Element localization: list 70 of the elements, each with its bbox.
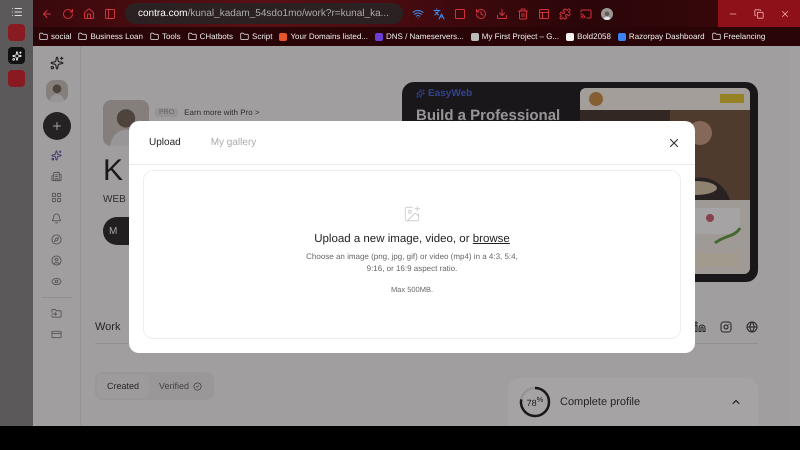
sparkles-icon[interactable] bbox=[51, 150, 62, 161]
restore-icon[interactable] bbox=[754, 8, 764, 18]
folder-icon bbox=[78, 32, 88, 41]
completion-label: Complete profile bbox=[560, 396, 642, 408]
user-icon[interactable] bbox=[51, 255, 62, 266]
card-icon[interactable] bbox=[51, 329, 62, 340]
bookmark[interactable]: Razorpay Dashboard bbox=[618, 32, 705, 41]
bookmark[interactable]: Script bbox=[240, 32, 272, 41]
verified-icon bbox=[193, 382, 202, 390]
bell-icon[interactable] bbox=[51, 213, 62, 224]
instagram-icon[interactable] bbox=[720, 320, 732, 332]
plus-icon bbox=[50, 120, 62, 132]
percent-text: 78$^{%}$ bbox=[526, 396, 544, 408]
eye-icon[interactable] bbox=[51, 276, 62, 287]
translate-icon[interactable] bbox=[433, 8, 445, 20]
side-panel-icon[interactable] bbox=[104, 8, 116, 20]
section-title: Work bbox=[95, 320, 120, 332]
logo-icon[interactable] bbox=[50, 56, 64, 70]
bookmark[interactable]: CHatbots bbox=[188, 32, 233, 41]
profile-avatar[interactable] bbox=[601, 8, 613, 20]
browse-link[interactable]: browse bbox=[472, 233, 510, 245]
bookmark[interactable]: social bbox=[39, 32, 72, 41]
promo-headline: Build a Professional bbox=[416, 107, 562, 124]
address-bar[interactable]: contra.com/kunal_kadam_54sdo1mo/work?r=kunal_ka... bbox=[125, 3, 403, 24]
trash-icon[interactable] bbox=[517, 8, 529, 20]
bookmark[interactable]: Tools bbox=[150, 32, 181, 41]
bookmark[interactable]: My First Project – G... bbox=[470, 32, 560, 41]
filter-tab[interactable]: Verified bbox=[149, 374, 212, 398]
profile-headline: WEB bbox=[103, 194, 127, 205]
home-icon[interactable] bbox=[83, 8, 95, 20]
url-text: contra.com/kunal_kadam_54sdo1mo/work?r=kunal_ka... bbox=[138, 8, 389, 19]
pro-link[interactable]: Earn more with Pro > bbox=[184, 108, 260, 117]
square-icon[interactable] bbox=[454, 8, 466, 20]
filter-tab[interactable]: Created bbox=[97, 374, 150, 398]
bookmark[interactable]: Freelancing bbox=[712, 32, 766, 41]
back-icon[interactable] bbox=[41, 8, 53, 20]
reload-icon[interactable] bbox=[62, 8, 74, 20]
dialog-tab[interactable]: Upload bbox=[143, 133, 187, 152]
panel-icon[interactable] bbox=[538, 8, 550, 20]
globe-icon[interactable] bbox=[746, 320, 758, 332]
folder-icon bbox=[150, 32, 159, 41]
upload-prompt: Upload a new image, video, or browse bbox=[314, 233, 510, 245]
folder-icon bbox=[712, 32, 721, 41]
bookmark[interactable]: Bold2058 bbox=[566, 32, 611, 41]
linkedin-icon[interactable] bbox=[694, 320, 706, 332]
folder-icon bbox=[188, 32, 197, 41]
puzzle-icon[interactable] bbox=[559, 8, 571, 20]
bookmark[interactable]: Your Domains listed... bbox=[279, 32, 368, 41]
brand-icon bbox=[416, 89, 425, 98]
add-button[interactable] bbox=[42, 112, 70, 140]
brand-logo: EasyWeb bbox=[416, 88, 572, 99]
profile-name: K bbox=[103, 154, 124, 188]
grid-icon[interactable] bbox=[51, 192, 62, 203]
compass-icon[interactable] bbox=[51, 234, 62, 245]
tab-icon[interactable] bbox=[8, 47, 25, 64]
profile-completion-card[interactable]: 78$^{%}$ Complete profile bbox=[508, 378, 758, 426]
download-icon[interactable] bbox=[496, 8, 508, 20]
format-hint: Choose an image (png, jpg, gif) or video (mp4) in a 4:3, 5:4, 9:16, or 16:9 aspect ratio. bbox=[305, 251, 519, 275]
progress-ring bbox=[518, 385, 552, 419]
building-icon[interactable] bbox=[51, 171, 62, 182]
bookmark[interactable]: Business Loan bbox=[78, 32, 143, 41]
avatar[interactable] bbox=[46, 80, 68, 102]
cast-icon[interactable] bbox=[580, 8, 592, 20]
folder-icon bbox=[39, 32, 48, 41]
folder-icon[interactable] bbox=[51, 308, 62, 319]
close-icon[interactable] bbox=[780, 8, 790, 18]
folder-icon bbox=[240, 32, 249, 41]
image-icon bbox=[403, 205, 421, 223]
history-icon[interactable] bbox=[475, 8, 487, 20]
bookmark[interactable]: DNS / Nameservers... bbox=[374, 32, 464, 41]
